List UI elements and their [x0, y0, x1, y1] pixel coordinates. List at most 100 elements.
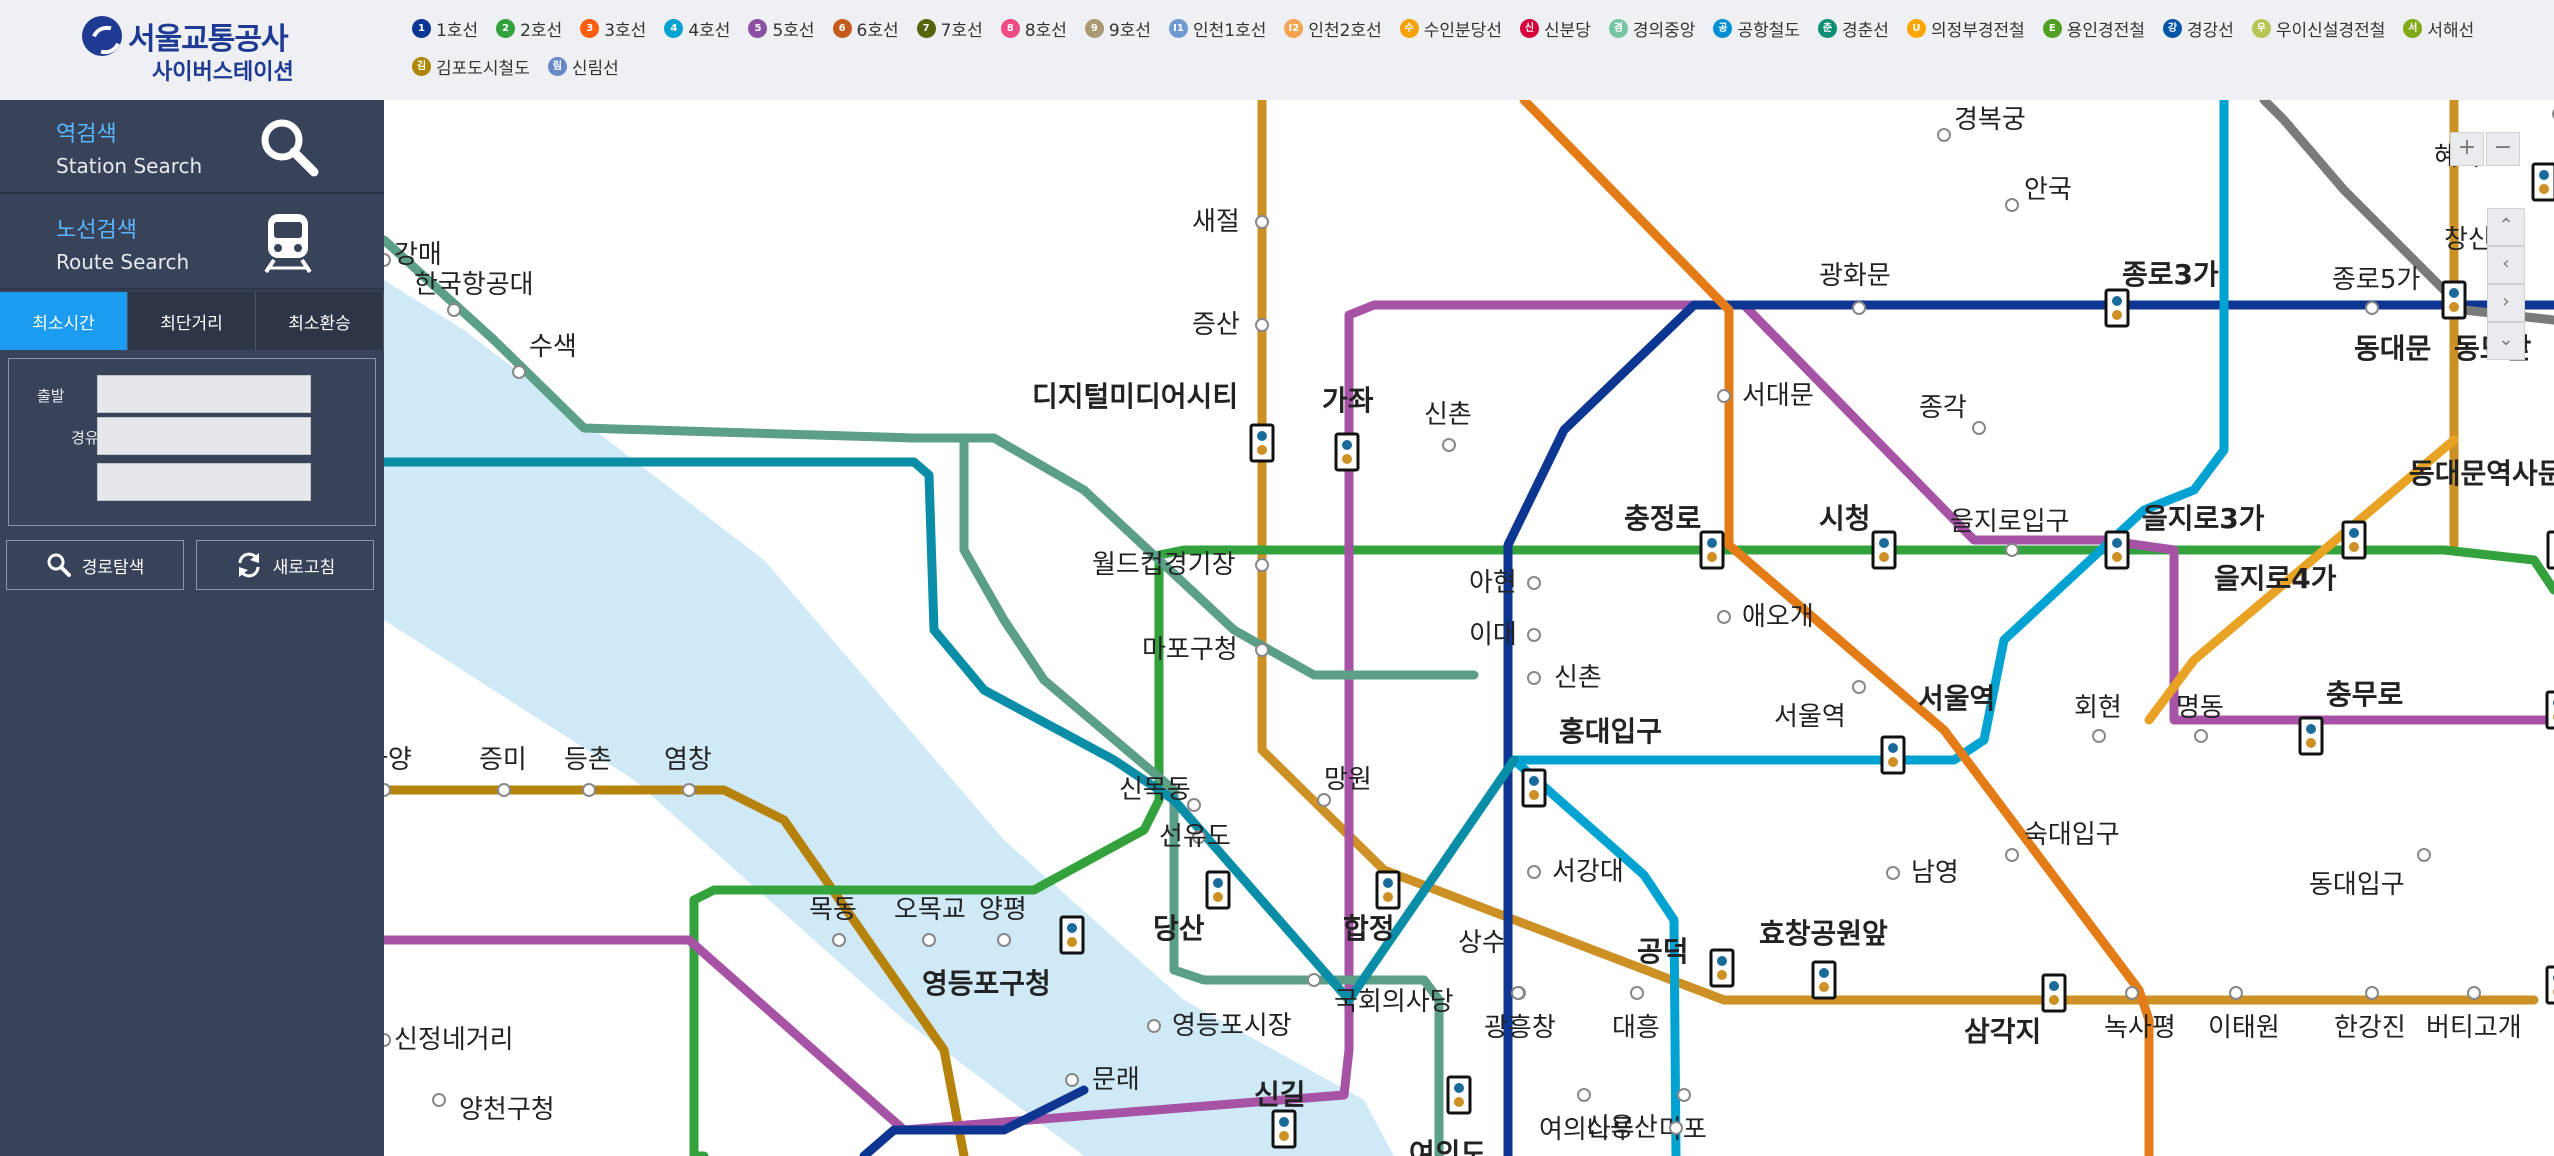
- subway-map-canvas[interactable]: 새절증산디지털미디어시티 가좌 신촌월드컵경기장마포구청아현이대신촌홍대입구망원충정…: [384, 100, 2554, 1156]
- legend-item[interactable]: 6 6호선: [832, 16, 899, 41]
- transfer-dot: [1888, 743, 1898, 753]
- legend-item[interactable]: 공 공항철도: [1713, 16, 1800, 41]
- station-청구[interactable]: 청구: [2545, 690, 2554, 775]
- transfer-dot: [2539, 184, 2549, 194]
- station-안국[interactable]: 안국: [2005, 175, 2072, 212]
- legend-item[interactable]: 림 신림선: [547, 54, 619, 79]
- station-을지로3가[interactable]: 을지로3가: [2104, 502, 2265, 570]
- arrival-input[interactable]: [97, 463, 311, 501]
- pan-up-button[interactable]: ⌃: [2487, 208, 2525, 246]
- legend-label: 용인경전철: [2066, 20, 2145, 41]
- station-label: 당산: [1153, 912, 1205, 945]
- legend-item[interactable]: 춘 경춘선: [1818, 16, 1889, 41]
- station-마포[interactable]: 마포: [1659, 1088, 1707, 1145]
- station-공덕[interactable]: 공덕: [1637, 935, 1735, 988]
- tab-shortest[interactable]: 최단거리: [128, 292, 256, 350]
- legend-item[interactable]: I1 인천1호선: [1168, 16, 1266, 41]
- legend-item[interactable]: 수 수인분당선: [1399, 16, 1502, 41]
- station-신정네거리[interactable]: 신정네거리: [384, 1025, 514, 1055]
- transfer-dot: [1213, 892, 1223, 902]
- line-badge-icon: 김: [412, 56, 431, 76]
- station-새절[interactable]: 새절: [1192, 207, 1269, 237]
- legend-item[interactable]: 9 9호선: [1084, 16, 1151, 41]
- pan-down-button[interactable]: ⌄: [2487, 322, 2525, 360]
- station-신촌[interactable]: 신촌: [1424, 400, 1472, 452]
- via-input[interactable]: [97, 417, 311, 455]
- zoom-in-button[interactable]: +: [2450, 132, 2484, 166]
- legend-label: 9호선: [1108, 20, 1151, 41]
- legend-item[interactable]: U 의정부경전철: [1906, 16, 2025, 41]
- route-search-submit-button[interactable]: 경로탐색: [6, 540, 184, 590]
- station-숙대입구[interactable]: 숙대입구: [2005, 820, 2120, 862]
- legend-item[interactable]: 1 1호선: [412, 16, 478, 41]
- legend-item[interactable]: 7 7호선: [916, 16, 983, 41]
- station-상수[interactable]: 상수: [1458, 928, 1525, 1000]
- station-시청[interactable]: 시청: [1819, 502, 1897, 570]
- legend-item[interactable]: 5 5호선: [748, 16, 815, 41]
- station-dot: [1677, 1088, 1691, 1102]
- legend-item[interactable]: 8 8호선: [1000, 16, 1067, 41]
- station-dot: [2417, 848, 2431, 862]
- transfer-dot: [1717, 956, 1727, 966]
- station-충정로[interactable]: 충정로: [1624, 502, 1725, 570]
- station-선유도[interactable]: 선유도: [1159, 822, 1231, 852]
- pan-right-button[interactable]: ›: [2487, 284, 2525, 322]
- station-종로3가[interactable]: 종로3가: [2104, 258, 2219, 328]
- legend-item[interactable]: 3 3호선: [580, 16, 646, 41]
- station-디지털미디어시티[interactable]: 디지털미디어시티: [1032, 380, 1275, 463]
- pan-left-button[interactable]: ‹: [2487, 246, 2525, 284]
- legend-item[interactable]: 서 서해선: [2403, 16, 2474, 41]
- legend-item[interactable]: 경 경의중앙: [1608, 16, 1695, 41]
- station-남영[interactable]: 남영: [1886, 858, 1959, 888]
- legend-item[interactable]: I2 인천2호선: [1284, 16, 1382, 41]
- route-search-button[interactable]: 노선검색 Route Search: [0, 196, 384, 290]
- station-서울역[interactable]: 서울역: [1774, 680, 1866, 732]
- legend-item[interactable]: E 용인경전철: [2042, 16, 2145, 41]
- refresh-button[interactable]: 새로고침: [196, 540, 374, 590]
- station-삼각지[interactable]: 삼각지: [1964, 973, 2067, 1048]
- station-search-button[interactable]: 역검색 Station Search: [0, 100, 384, 194]
- station-증산[interactable]: 증산: [1192, 310, 1269, 340]
- station-한강진[interactable]: 한강진: [2334, 986, 2406, 1043]
- station-보문[interactable]: 보문: [2531, 162, 2554, 202]
- tab-fastest[interactable]: 최소시간: [0, 292, 128, 350]
- subway-map[interactable]: 새절 증산 디지털미디어시티 가좌 신촌 월드컵경기장 마포구청 아현 이대 신촌 홍대입구 망원 충정…: [384, 100, 2554, 1156]
- legend-item[interactable]: 강 경강선: [2162, 16, 2234, 41]
- station-신촌[interactable]: 신촌: [1527, 663, 1602, 693]
- legend-label: 우이신설경전철: [2275, 20, 2386, 41]
- station-명동[interactable]: 명동: [2176, 693, 2224, 743]
- legend-item[interactable]: 우 우이신설경전철: [2251, 16, 2386, 41]
- station-동대입구[interactable]: 동대입구: [2309, 848, 2431, 900]
- station-dot: [1717, 610, 1731, 624]
- station-여의도[interactable]: 여의도: [1409, 1075, 1486, 1156]
- station-이대[interactable]: 이대: [1469, 620, 1541, 650]
- legend-item[interactable]: 신 신분당: [1519, 16, 1591, 41]
- station-이태원[interactable]: 이태원: [2208, 986, 2280, 1043]
- legend-item[interactable]: 2 2호선: [496, 16, 562, 41]
- station-경복궁[interactable]: 경복궁: [1937, 105, 2026, 142]
- station-회현[interactable]: 회현: [2074, 693, 2122, 743]
- zoom-out-button[interactable]: −: [2486, 132, 2520, 166]
- station-당산[interactable]: 당산: [1153, 870, 1231, 945]
- station-약수[interactable]: 약수: [2545, 947, 2554, 1005]
- station-label: 월드컵경기장: [1092, 550, 1236, 580]
- departure-input[interactable]: [97, 375, 311, 413]
- station-양천구청[interactable]: 양천구청: [432, 1093, 555, 1125]
- station-dot: [2467, 986, 2481, 1000]
- station-대흥[interactable]: 대흥: [1612, 986, 1660, 1043]
- legend-item[interactable]: 4 4호선: [664, 16, 730, 41]
- logo[interactable]: 서울교통공사 사이버스테이션: [82, 14, 302, 85]
- tab-fewest-transfers[interactable]: 최소환승: [256, 292, 384, 350]
- station-아현[interactable]: 아현: [1469, 568, 1541, 598]
- station-한국항공대[interactable]: 한국항공대: [414, 270, 534, 317]
- top-header: 서울교통공사 사이버스테이션 1 1호선 2 2호선 3 3호선 4 4호선 5 5호선 6 6호선 7…: [0, 0, 2554, 101]
- station-애오개[interactable]: 애오개: [1717, 602, 1814, 632]
- station-종각[interactable]: 종각: [1919, 393, 1986, 435]
- station-버티고개[interactable]: 버티고개: [2426, 986, 2522, 1043]
- legend-item[interactable]: 김 김포도시철도: [412, 54, 530, 79]
- station-서강대[interactable]: 서강대: [1527, 857, 1624, 887]
- line-badge-icon: 서: [2403, 18, 2423, 38]
- station-수색[interactable]: 수색: [512, 332, 577, 379]
- station-효창공원앞[interactable]: 효창공원앞: [1759, 917, 1888, 1000]
- station-label: 서대문: [1742, 381, 1814, 411]
